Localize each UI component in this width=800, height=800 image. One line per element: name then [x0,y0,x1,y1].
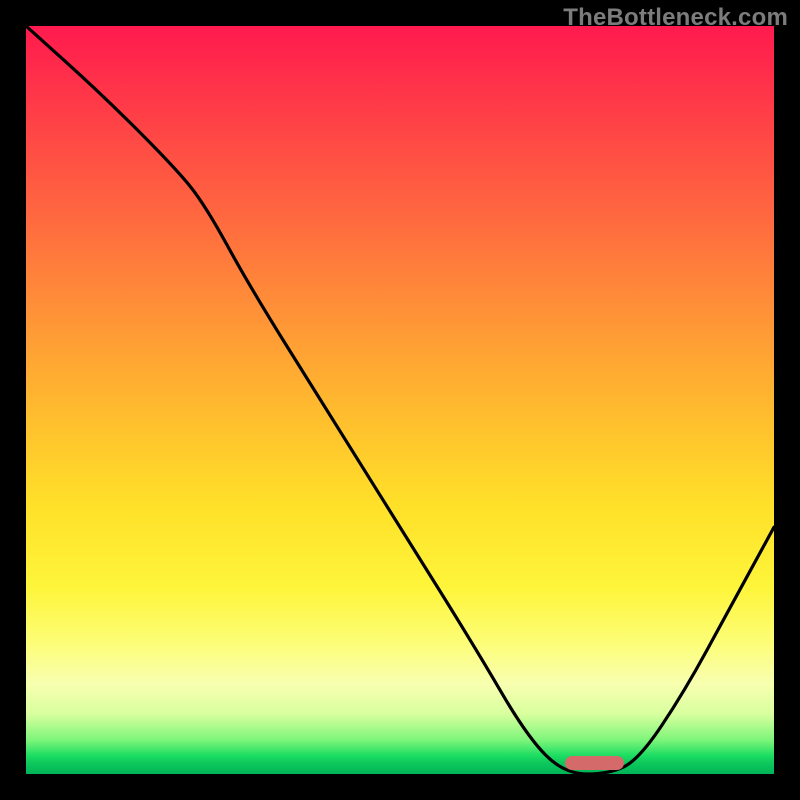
chart-frame [26,26,774,774]
optimal-range-marker [565,756,625,770]
bottleneck-curve [26,26,774,774]
watermark-text: TheBottleneck.com [563,4,788,32]
